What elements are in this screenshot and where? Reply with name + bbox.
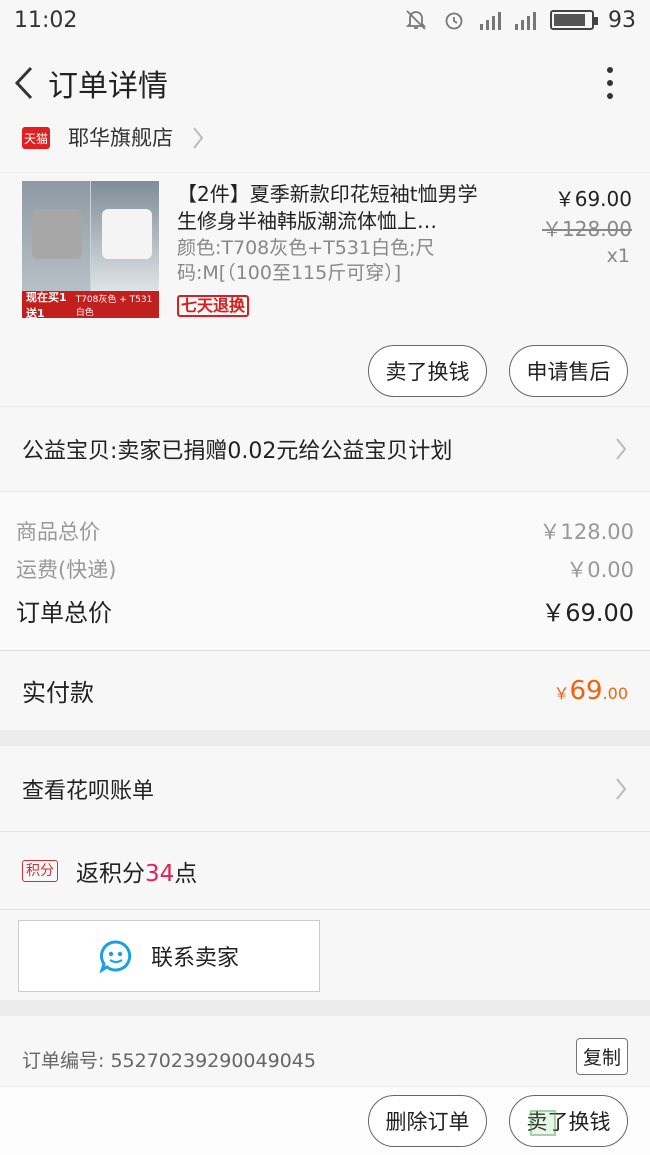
paid-label: 实付款 [22, 679, 94, 707]
watermark-logo [530, 1110, 556, 1136]
shop-name: 耶华旗舰店 [68, 126, 173, 150]
order-content[interactable]: 天猫 耶华旗舰店 现在买1送1 T708灰色 + T531白色 【2件】夏季新款… [0, 126, 650, 1086]
order-total-row: 订单总价 ￥69.00 [16, 588, 634, 632]
nav-bar: 订单详情 [0, 40, 650, 126]
status-bar: 11:02 93 [0, 0, 650, 40]
chevron-left-icon [14, 66, 33, 100]
product-quantity: x1 [606, 245, 630, 267]
order-total-label: 订单总价 [16, 598, 112, 627]
goods-total-row: 商品总价 ￥128.00 [16, 512, 634, 550]
signal-icon [480, 10, 501, 30]
shipping-value: ￥0.00 [566, 558, 634, 582]
points-text: 返积分34点 [76, 854, 197, 888]
huabei-row[interactable]: 查看花呗账单 [0, 746, 650, 832]
order-total-value: ￥69.00 [541, 598, 634, 627]
product-original-price: ￥128.00 [542, 217, 632, 241]
points-prefix: 返积分 [76, 860, 145, 887]
more-dot-icon [607, 67, 613, 73]
return-policy-tag: 七天退换 [177, 295, 250, 317]
charity-label: 公益宝贝:卖家已捐赠0.02元给公益宝贝计划 [22, 439, 453, 464]
huabei-label: 查看花呗账单 [22, 778, 155, 804]
section-divider [0, 730, 650, 746]
chat-bubble-icon [99, 940, 132, 973]
alarm-icon [445, 12, 463, 30]
watermark [530, 1103, 648, 1143]
paid-decimal: .00 [602, 683, 628, 703]
chevron-right-icon [616, 438, 627, 460]
chevron-right-icon [193, 127, 204, 149]
paid-currency: ￥ [553, 683, 570, 703]
delete-order-button[interactable]: 删除订单 [368, 1095, 487, 1147]
thumb-banner-text: 现在买1送1 [26, 290, 67, 319]
mute-icon [405, 10, 427, 30]
contact-seller-button[interactable]: 联系卖家 [18, 920, 320, 992]
tmall-badge: 天猫 [22, 127, 50, 149]
page-title: 订单详情 [48, 69, 168, 104]
contact-seller-label: 联系卖家 [150, 946, 239, 971]
goods-total-value: ￥128.00 [539, 520, 634, 544]
product-thumbnail[interactable]: 现在买1送1 T708灰色 + T531白色 [22, 181, 159, 318]
thumb-banner-note: T708灰色 + T531白色 [75, 294, 153, 318]
price-summary: 商品总价 ￥128.00 运费(快递) ￥0.00 订单总价 ￥69.00 [0, 492, 650, 650]
white-shirt [102, 209, 152, 259]
sell-exchange-button[interactable]: 卖了换钱 [368, 345, 487, 397]
shipping-label: 运费(快递) [16, 558, 117, 582]
section-divider [0, 1000, 650, 1016]
bottom-action-bar: 删除订单 卖了换钱 [0, 1086, 650, 1155]
product-card[interactable]: 现在买1送1 T708灰色 + T531白色 【2件】夏季新款印花短袖t恤男学生… [0, 172, 650, 406]
order-number-label: 订单编号: [22, 1050, 105, 1072]
battery-icon [550, 10, 598, 30]
signal-hd-icon [515, 10, 536, 30]
points-row: 积分 返积分34点 [0, 832, 650, 910]
goods-total-label: 商品总价 [16, 520, 100, 544]
more-dot-icon [607, 80, 613, 86]
paid-integer: 69 [569, 675, 603, 706]
copy-button[interactable]: 复制 [575, 1038, 628, 1075]
more-menu-button[interactable] [600, 63, 620, 103]
more-dot-icon [607, 93, 613, 99]
paid-row: 实付款 ￥69.00 [0, 650, 650, 730]
contact-section: 联系卖家 [0, 910, 650, 1000]
after-sale-button[interactable]: 申请售后 [509, 345, 628, 397]
charity-row[interactable]: 公益宝贝:卖家已捐赠0.02元给公益宝贝计划 [0, 406, 650, 492]
status-time: 11:02 [14, 7, 78, 33]
grey-shirt [32, 209, 82, 259]
order-info: 订单编号: 55270239290049045 复制 [0, 1016, 650, 1086]
points-value: 34 [145, 860, 175, 887]
chevron-right-icon [616, 777, 627, 800]
points-badge: 积分 [22, 859, 58, 882]
order-number-value: 55270239290049045 [110, 1050, 316, 1072]
back-button[interactable] [4, 40, 44, 126]
paid-amount: ￥69.00 [553, 676, 628, 706]
status-icons: 93 [404, 8, 636, 33]
points-suffix: 点 [174, 860, 198, 887]
shipping-row: 运费(快递) ￥0.00 [16, 550, 634, 588]
product-sku: 颜色:T708灰色+T531白色;尺码:M[（100至115斤可穿）] [177, 237, 435, 284]
order-number: 订单编号: 55270239290049045 [22, 1050, 316, 1072]
product-price: ￥69.00 [554, 187, 632, 211]
thumb-banner: 现在买1送1 T708灰色 + T531白色 [22, 291, 159, 318]
product-title[interactable]: 【2件】夏季新款印花短袖t恤男学生修身半袖韩版潮流体恤上… [177, 181, 487, 235]
shop-row[interactable]: 天猫 耶华旗舰店 [0, 126, 650, 172]
battery-percent: 93 [608, 7, 636, 33]
